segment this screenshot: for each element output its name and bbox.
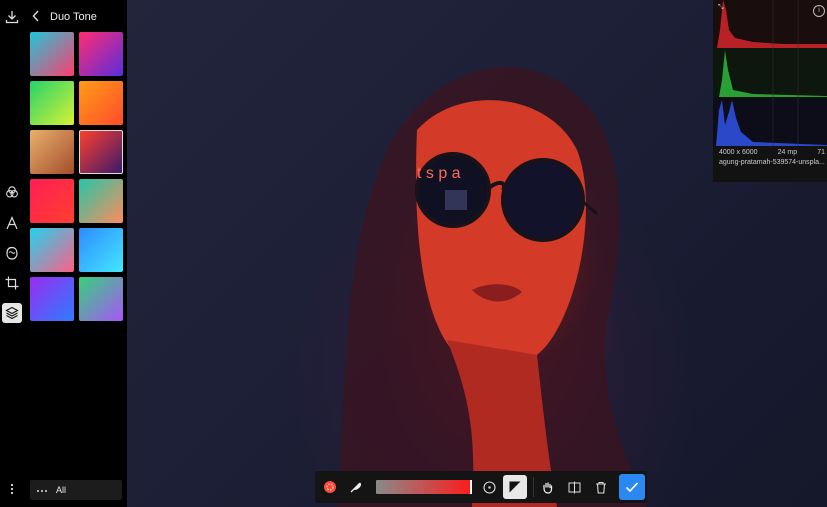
mask-toolbar: [315, 471, 647, 503]
duotone-preset-swatch[interactable]: [79, 228, 123, 272]
info-icon[interactable]: i: [813, 5, 825, 17]
gradient-slider[interactable]: [376, 480, 472, 494]
duotone-preset-swatch[interactable]: [30, 130, 74, 174]
image-extra: 71: [817, 149, 825, 156]
trash-icon[interactable]: [589, 475, 613, 499]
duotone-preset-swatch[interactable]: [30, 228, 74, 272]
exposure-icon[interactable]: [503, 475, 527, 499]
duotone-preset-swatch[interactable]: [79, 32, 123, 76]
compare-icon[interactable]: [562, 475, 586, 499]
text-icon[interactable]: [2, 213, 22, 233]
back-chevron-icon[interactable]: [32, 10, 40, 25]
feather-icon[interactable]: [344, 475, 368, 499]
duotone-preset-swatch[interactable]: [79, 179, 123, 223]
image-dimensions: 4000 x 6000: [719, 149, 758, 156]
image-megapixels: 24 mp: [777, 149, 798, 156]
duotone-preset-swatch[interactable]: [79, 130, 123, 174]
color-filter-icon[interactable]: [2, 182, 22, 202]
duotone-preset-swatch[interactable]: [30, 179, 74, 223]
download-icon[interactable]: [2, 7, 22, 27]
image-filename: agung-pratamah-539574-unspla...: [719, 159, 825, 166]
duotone-preset-swatch[interactable]: [79, 81, 123, 125]
panel-title: Duo Tone: [50, 11, 97, 23]
more-vertical-icon[interactable]: [2, 479, 22, 499]
duotone-preset-swatch[interactable]: [79, 277, 123, 321]
slider-knob[interactable]: [470, 480, 472, 494]
lens-reflection: t s p a: [417, 165, 461, 182]
brush-mask-icon[interactable]: [318, 475, 342, 499]
collapse-icon[interactable]: ⤡: [718, 4, 724, 12]
circle-icon[interactable]: [477, 475, 501, 499]
ellipsis-icon: [36, 485, 48, 495]
panel-header: Duo Tone: [32, 8, 97, 26]
toolbar-divider: [533, 477, 534, 497]
preset-grid: [30, 32, 123, 321]
filter-label: All: [56, 485, 67, 495]
duotone-preset-swatch[interactable]: [30, 32, 74, 76]
histogram-chart: [713, 0, 827, 146]
mask-icon[interactable]: [2, 243, 22, 263]
histogram-panel: ⤡ i 4000 x 6000 24 mp 71 agung-pratamah-…: [713, 0, 827, 182]
checkmark-icon[interactable]: [619, 474, 645, 500]
duotone-preset-swatch[interactable]: [30, 277, 74, 321]
duo-tone-panel: Duo Tone All: [24, 0, 127, 507]
duotone-preset-swatch[interactable]: [30, 81, 74, 125]
image-meta: 4000 x 6000 24 mp 71: [719, 149, 825, 156]
layers-icon[interactable]: [2, 303, 22, 323]
preset-filter[interactable]: All: [30, 480, 122, 500]
hand-icon[interactable]: [535, 475, 559, 499]
left-rail: [0, 0, 24, 507]
crop-icon[interactable]: [2, 273, 22, 293]
